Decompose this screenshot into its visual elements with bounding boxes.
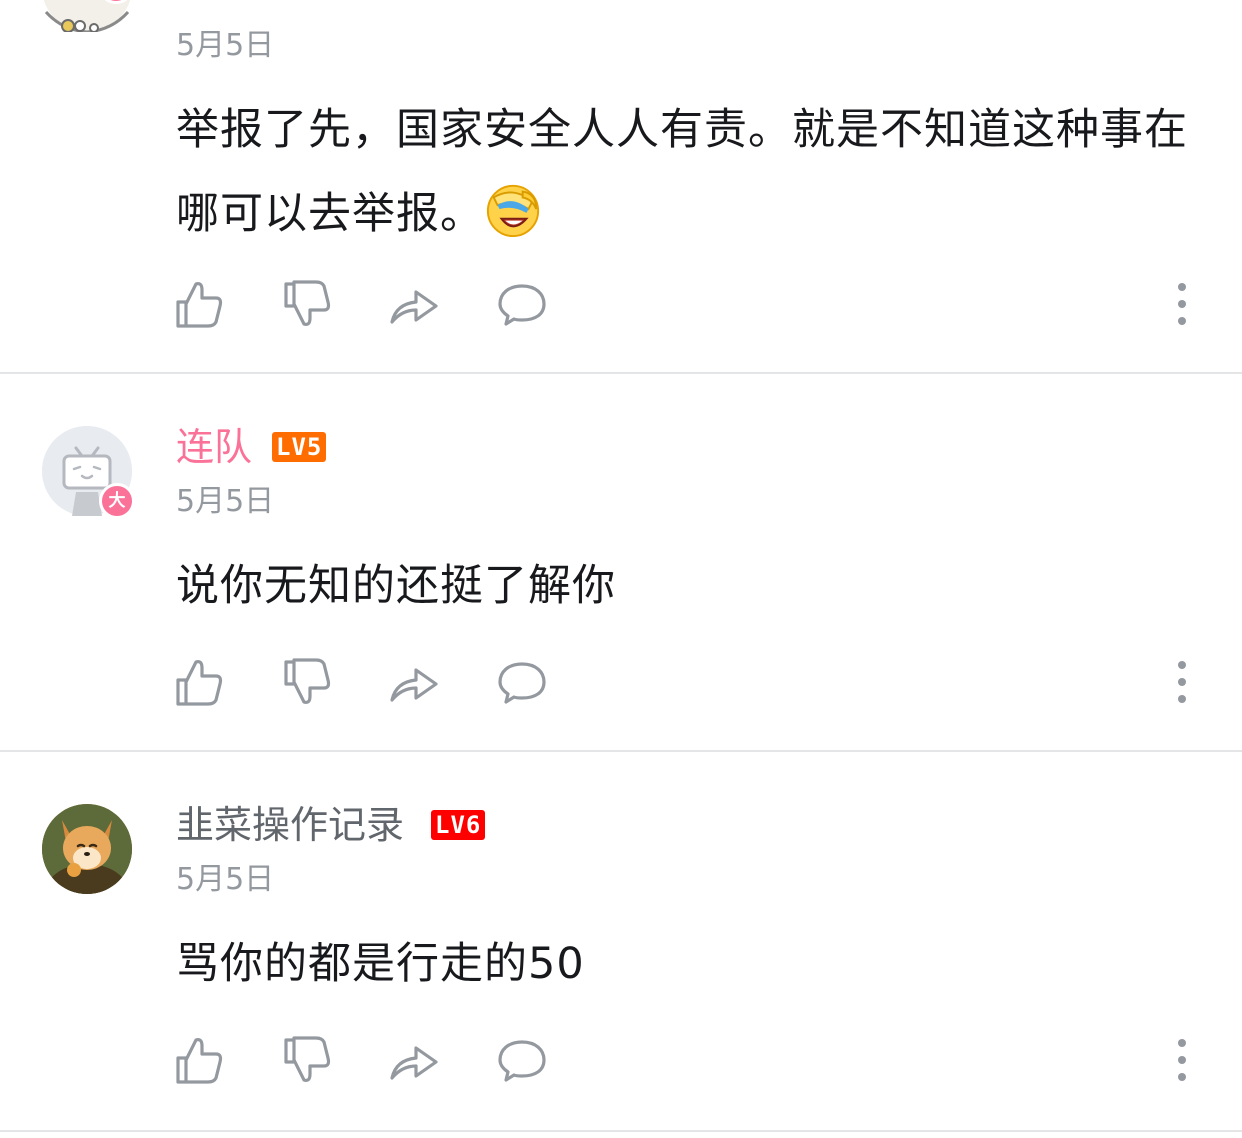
share-button[interactable] <box>388 1034 440 1086</box>
user-avatar[interactable]: 大 <box>42 0 134 32</box>
comment-icon <box>498 662 546 704</box>
comment-icon <box>498 284 546 326</box>
comment-content: 骂你的都是行走的50 <box>176 939 585 989</box>
comment-actions <box>0 1034 1242 1086</box>
like-button[interactable] <box>174 1034 226 1086</box>
thumbs-up-icon <box>176 660 223 706</box>
thumbs-down-icon <box>284 658 331 704</box>
like-button[interactable] <box>174 278 226 330</box>
user-avatar[interactable] <box>42 804 132 894</box>
comment-date: 5月5日 <box>176 862 275 897</box>
thumbs-up-icon <box>176 1038 223 1084</box>
share-button[interactable] <box>388 656 440 708</box>
comment-date: 5月5日 <box>176 484 275 519</box>
user-avatar[interactable]: 大 <box>42 426 135 519</box>
thumbs-down-icon <box>284 280 331 326</box>
more-vertical-icon <box>1178 1039 1186 1081</box>
more-button[interactable] <box>1160 656 1204 708</box>
comment-content: 举报了先，国家安全人人有责。就是不知道这种事在哪可以去举报。 <box>176 88 1196 256</box>
username[interactable]: 韭菜操作记录 <box>176 802 404 848</box>
comment-text: 举报了先，国家安全人人有责。就是不知道这种事在哪可以去举报。 <box>176 105 1188 239</box>
comment-actions <box>0 278 1242 330</box>
like-button[interactable] <box>174 656 226 708</box>
reply-button[interactable] <box>496 1034 548 1086</box>
comment-icon <box>498 1040 546 1082</box>
comment-date: 5月5日 <box>176 28 275 63</box>
share-button[interactable] <box>388 278 440 330</box>
level-badge: LV6 <box>431 810 486 840</box>
more-button[interactable] <box>1160 1034 1204 1086</box>
dislike-button[interactable] <box>282 278 334 330</box>
username[interactable]: 连队 <box>176 424 252 470</box>
more-button[interactable] <box>1160 278 1204 330</box>
more-vertical-icon <box>1178 283 1186 325</box>
comment-item: 大 5月5日 举报了先，国家安全人人有责。就是不知道这种事在哪可以去举报。 <box>0 0 1242 374</box>
big-member-badge: 大 <box>99 483 135 519</box>
dislike-button[interactable] <box>282 1034 334 1086</box>
reply-button[interactable] <box>496 656 548 708</box>
comment-item: 韭菜操作记录 LV6 5月5日 骂你的都是行走的50 <box>0 752 1242 1132</box>
comment-content: 说你无知的还挺了解你 <box>176 561 616 611</box>
level-badge: LV5 <box>272 432 327 462</box>
thumbs-up-icon <box>176 282 223 328</box>
share-icon <box>390 668 438 702</box>
avatar-image <box>43 0 131 32</box>
shiba-avatar-image <box>42 804 132 894</box>
thumbs-down-icon <box>284 1036 331 1082</box>
reply-button[interactable] <box>496 278 548 330</box>
comment-item: 大 连队 LV5 5月5日 说你无知的还挺了解你 <box>0 374 1242 752</box>
more-vertical-icon <box>1178 661 1186 703</box>
share-icon <box>390 1046 438 1080</box>
dislike-button[interactable] <box>282 656 334 708</box>
share-icon <box>390 290 438 324</box>
facepalm-laugh-emoji <box>486 184 540 238</box>
comment-actions <box>0 656 1242 708</box>
